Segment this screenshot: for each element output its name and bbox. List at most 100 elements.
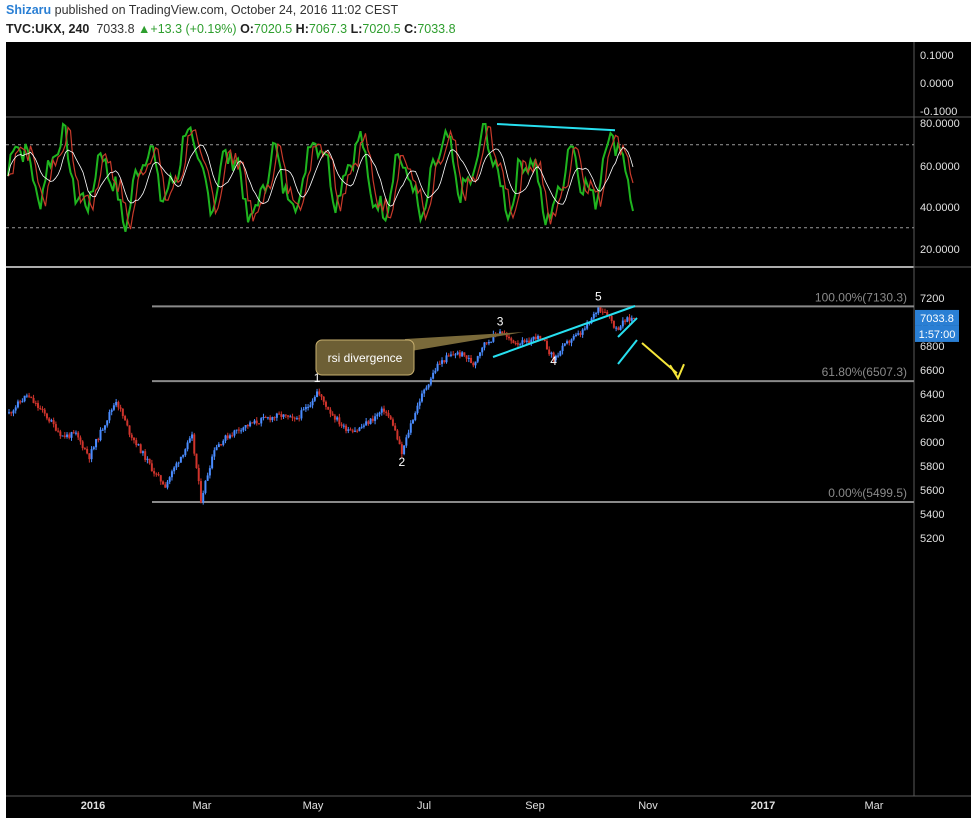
candle-body	[8, 412, 10, 414]
candle-body	[86, 448, 89, 454]
candle-body	[90, 449, 93, 460]
candle-body	[441, 360, 444, 364]
candle-body	[12, 410, 15, 414]
price-axis-tick: 5600	[920, 485, 944, 497]
candle-body	[327, 406, 330, 410]
candle-body	[418, 401, 421, 406]
candle-body	[376, 414, 379, 417]
candle-body	[416, 405, 419, 414]
fib-level-label: 61.80%(6507.3)	[822, 365, 907, 379]
candle-body	[110, 409, 113, 413]
candle-body	[52, 420, 55, 425]
candle-body	[387, 412, 390, 417]
candle-body	[349, 429, 352, 431]
candle-body	[291, 416, 294, 418]
candle-body	[264, 417, 267, 419]
candle-body	[255, 420, 258, 424]
candle-body	[597, 307, 600, 314]
candle-body	[532, 336, 535, 340]
time-axis-tick: Nov	[638, 800, 658, 812]
candle-body	[95, 439, 98, 448]
candle-body	[400, 444, 403, 455]
candle-body	[320, 394, 323, 397]
candle-body	[92, 447, 95, 450]
candle-body	[619, 326, 622, 330]
candle-body	[483, 342, 486, 348]
candle-body	[148, 458, 151, 464]
candle-body	[474, 361, 477, 366]
candle-body	[523, 340, 526, 342]
price-axis-tick: 7200	[920, 293, 944, 305]
candle-body	[21, 401, 24, 403]
candle-body	[97, 439, 100, 441]
candle-body	[610, 315, 613, 322]
candle-body	[592, 313, 595, 319]
candle-body	[14, 407, 17, 411]
candle-body	[396, 430, 399, 440]
candle-body	[559, 351, 562, 356]
candle-body	[170, 471, 173, 478]
candle-body	[16, 401, 19, 408]
candle-body	[237, 429, 240, 431]
candle-body	[300, 410, 303, 419]
candle-body	[436, 363, 439, 371]
candle-body	[293, 417, 296, 419]
candle-body	[25, 395, 28, 397]
candle-body	[211, 456, 214, 469]
price-axis-tick: 6600	[920, 365, 944, 377]
candle-body	[360, 426, 363, 428]
candle-body	[311, 400, 314, 406]
wave-label: 2	[399, 455, 406, 469]
candle-body	[385, 411, 388, 413]
candle-body	[103, 425, 106, 430]
candle-body	[222, 440, 225, 445]
candle-body	[545, 341, 548, 350]
candle-body	[481, 347, 484, 353]
candle-body	[244, 425, 247, 428]
rsi-axis-tick: 80.0000	[920, 118, 960, 130]
candle-body	[177, 462, 180, 464]
candle-body	[150, 463, 153, 472]
candle-body	[139, 444, 142, 454]
candle-body	[362, 425, 365, 427]
candle-body	[407, 432, 410, 438]
candle-body	[34, 402, 37, 404]
candle-body	[566, 341, 569, 344]
candle-body	[141, 451, 144, 454]
candle-body	[443, 360, 446, 363]
candle-body	[228, 435, 231, 439]
candle-body	[487, 341, 490, 344]
candle-body	[162, 481, 165, 485]
candle-body	[77, 432, 80, 438]
candle-body	[112, 405, 115, 410]
candle-body	[621, 320, 624, 327]
candle-body	[10, 412, 13, 414]
candle-body	[595, 313, 598, 315]
candle-body	[74, 432, 77, 434]
candle-body	[235, 429, 238, 431]
candle-body	[340, 424, 343, 426]
candle-body	[284, 414, 287, 416]
candle-body	[405, 437, 408, 446]
candle-body	[208, 468, 211, 476]
candle-body	[182, 455, 185, 457]
rsi-axis-tick: 0.1000	[920, 50, 954, 62]
candle-body	[534, 336, 537, 340]
candle-body	[313, 397, 316, 401]
time-axis-tick: May	[303, 800, 324, 812]
candle-body	[159, 475, 162, 482]
candle-body	[519, 344, 522, 346]
time-axis-tick: 2017	[751, 800, 775, 812]
candle-body	[126, 420, 129, 426]
candle-body	[266, 417, 269, 419]
candle-body	[434, 370, 437, 373]
candle-body	[412, 420, 415, 424]
price-axis-tick: 6000	[920, 437, 944, 449]
candle-body	[202, 492, 205, 503]
price-axis-tick: 5400	[920, 509, 944, 521]
candle-body	[342, 425, 345, 427]
candle-body	[251, 422, 254, 424]
chart-canvas[interactable]: 0.1000 0.0000 -0.100080.0000 60.0000 40.0000…	[0, 0, 971, 820]
candle-body	[215, 447, 218, 451]
candle-body	[577, 333, 580, 335]
